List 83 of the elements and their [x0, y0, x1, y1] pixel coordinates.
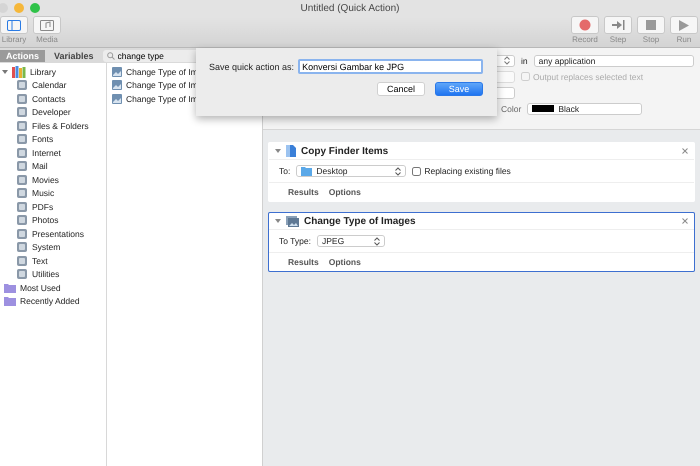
library-item[interactable]: Movies [32, 174, 59, 185]
library-item[interactable]: System [32, 242, 60, 252]
smart-folder-icon [4, 282, 16, 293]
chevron-icon [395, 166, 402, 176]
color-popup[interactable]: Black [527, 102, 642, 114]
record-icon [579, 19, 591, 31]
color-swatch [532, 105, 554, 112]
color-label: Color [501, 104, 522, 114]
library-item[interactable]: Developer [32, 107, 71, 118]
category-icon [16, 106, 28, 118]
library-item[interactable]: PDFs [32, 202, 54, 212]
library-item[interactable]: Music [32, 188, 54, 198]
category-icon [16, 200, 28, 213]
library-item[interactable]: Calendar [32, 80, 66, 90]
popup-button[interactable]: Desktop [296, 165, 406, 177]
action-card[interactable]: Change Type of Images To Type: JPEG Results Options [268, 212, 695, 272]
step-icon [612, 20, 624, 30]
category-icon [16, 187, 28, 200]
checkbox-label: Replacing existing files [424, 166, 511, 176]
category-icon [16, 79, 28, 92]
in-label: in [521, 56, 528, 66]
card-tab[interactable]: Options [326, 187, 363, 197]
category-icon [16, 160, 28, 172]
play-icon [679, 20, 689, 30]
category-icon [16, 133, 28, 146]
category-icon [16, 268, 28, 280]
card-tab[interactable]: Options [326, 257, 363, 267]
library-item[interactable]: Most Used [20, 282, 61, 293]
image-action-icon [112, 94, 122, 104]
library-item[interactable]: Mail [32, 161, 48, 172]
field-label: To: [279, 166, 290, 176]
name-input[interactable]: Konversi Gambar ke JPG [298, 59, 483, 74]
category-icon [16, 241, 28, 254]
category-icon [16, 254, 28, 267]
tab[interactable]: Variables [48, 50, 100, 62]
search-icon [106, 52, 115, 60]
disclosure-triangle-icon[interactable] [275, 148, 281, 154]
image-action-icon [112, 66, 122, 77]
close-icon[interactable] [682, 218, 688, 224]
library-item[interactable]: Files & Folders [32, 120, 89, 131]
category-icon [16, 120, 28, 132]
category-icon [16, 174, 28, 186]
card-tab[interactable]: Results [286, 187, 321, 197]
library-item[interactable]: Presentations [32, 228, 84, 239]
smart-folder-icon [4, 296, 16, 306]
disclosure-triangle-icon[interactable] [275, 218, 281, 224]
category-icon [16, 146, 28, 159]
action-card[interactable]: Copy Finder Items To: Desktop Replacing existing files Results Options [268, 142, 695, 202]
library-item[interactable]: Library [30, 66, 56, 77]
library-item[interactable]: Text [32, 256, 48, 266]
stop-icon [646, 20, 656, 30]
category-icon [16, 228, 28, 240]
document-icon [286, 145, 296, 157]
disclosure-triangle-icon[interactable] [2, 68, 8, 75]
bookshelf-icon [12, 66, 26, 78]
library-item[interactable]: Recently Added [20, 296, 80, 306]
checkbox[interactable] [412, 166, 422, 176]
library-item[interactable]: Internet [32, 148, 61, 158]
image-stack-icon [286, 216, 299, 226]
folder-icon [301, 166, 312, 176]
sidebar-icon [7, 20, 21, 30]
window-title: Untitled (Quick Action) [300, 2, 400, 14]
library-item[interactable]: Photos [32, 215, 58, 226]
music-note-icon [40, 20, 54, 30]
cancel-button[interactable]: Cancel [377, 82, 425, 96]
action-title: Change Type of Images [304, 216, 416, 226]
field-label: To Type: [279, 236, 311, 246]
application-popup[interactable]: any application [534, 54, 694, 66]
chevron-icon [504, 56, 510, 65]
category-icon [16, 214, 28, 226]
card-tab[interactable]: Results [286, 257, 321, 267]
library-item[interactable]: Utilities [32, 269, 60, 280]
chevron-icon [374, 236, 380, 246]
action-title: Copy Finder Items [301, 146, 388, 156]
library-item[interactable]: Fonts [32, 134, 54, 144]
close-icon[interactable] [682, 148, 688, 154]
field-label: Save quick action as: [209, 62, 294, 72]
category-icon [16, 92, 28, 105]
popup-button[interactable]: JPEG [316, 235, 385, 247]
checkbox-label: Output replaces selected text [533, 72, 644, 82]
image-action-icon [112, 80, 122, 90]
library-item[interactable]: Contacts [32, 94, 66, 104]
zoom-button[interactable] [30, 3, 40, 13]
